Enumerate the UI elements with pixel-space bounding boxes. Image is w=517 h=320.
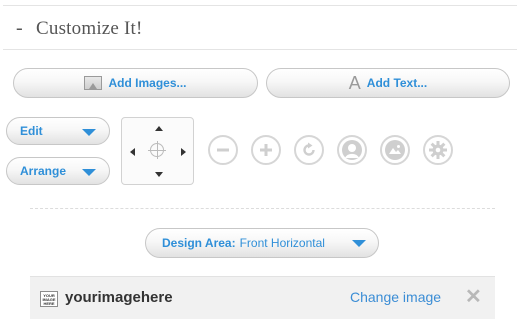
image-list-item: YOUR IMAGE HERE yourimagehere Change ima…	[30, 276, 495, 319]
image-filter-button[interactable]	[380, 135, 410, 165]
image-thumbnail: YOUR IMAGE HERE	[40, 291, 58, 307]
chevron-down-icon	[82, 129, 96, 136]
add-text-label: Add Text...	[366, 76, 428, 90]
arrow-right-icon[interactable]	[181, 148, 186, 156]
design-area-dropdown[interactable]: Design Area: Front Horizontal	[145, 228, 379, 258]
change-image-link[interactable]: Change image	[350, 289, 441, 305]
collapse-icon[interactable]: -	[16, 17, 23, 40]
chevron-down-icon	[82, 169, 96, 176]
edit-dropdown[interactable]: Edit	[6, 117, 110, 145]
close-icon[interactable]: ✕	[465, 287, 482, 307]
gear-icon	[429, 141, 447, 159]
move-pad	[121, 117, 194, 185]
design-area-label: Design Area:	[162, 236, 236, 250]
customize-panel: - Customize It! Add Images... A Add Text…	[0, 0, 517, 320]
arrow-left-icon[interactable]	[130, 148, 135, 156]
design-area-value: Front Horizontal	[239, 236, 325, 250]
plus-circle-icon	[260, 144, 272, 156]
section-divider	[30, 208, 495, 209]
profile-mask-button[interactable]	[337, 135, 367, 165]
image-filename: yourimagehere	[65, 289, 173, 306]
user-silhouette-icon	[342, 140, 362, 160]
arrow-up-icon[interactable]	[155, 126, 163, 131]
customize-header[interactable]: - Customize It!	[3, 5, 517, 50]
text-icon: A	[348, 73, 361, 93]
add-text-button[interactable]: A Add Text...	[266, 68, 510, 98]
edit-label: Edit	[20, 124, 43, 138]
landscape-icon	[385, 140, 405, 160]
center-crosshair-icon[interactable]	[148, 141, 166, 159]
rotate-button[interactable]	[294, 135, 324, 165]
chevron-down-icon	[352, 240, 366, 247]
rotate-icon	[303, 142, 315, 156]
arrow-down-icon[interactable]	[155, 172, 163, 177]
arrange-label: Arrange	[20, 164, 67, 178]
minus-circle-icon	[217, 148, 229, 152]
image-icon	[84, 76, 103, 90]
arrange-dropdown[interactable]: Arrange	[6, 157, 110, 185]
settings-button[interactable]	[423, 135, 453, 165]
zoom-out-button[interactable]	[208, 135, 238, 165]
add-images-button[interactable]: Add Images...	[13, 68, 258, 98]
zoom-in-button[interactable]	[251, 135, 281, 165]
section-title: Customize It!	[36, 18, 143, 39]
add-images-label: Add Images...	[108, 76, 187, 90]
